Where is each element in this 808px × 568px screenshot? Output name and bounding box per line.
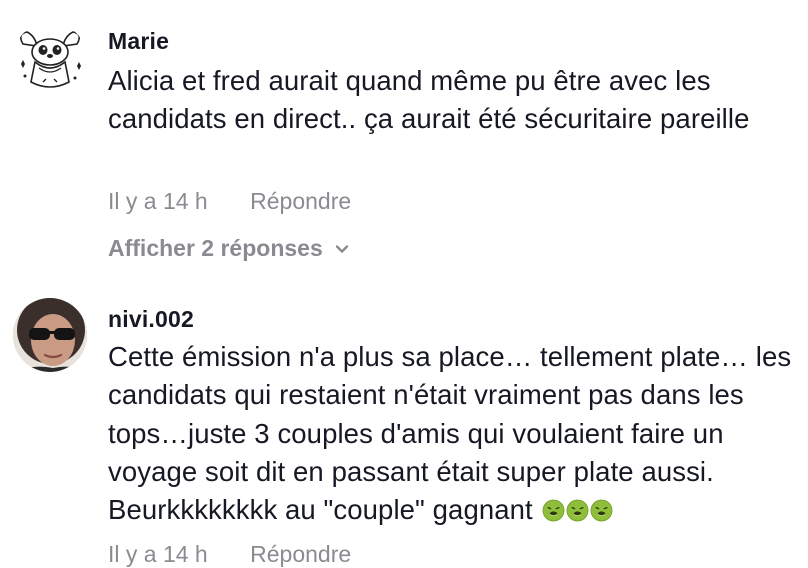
comment-username[interactable]: nivi.002	[108, 306, 194, 333]
comment-text: Alicia et fred aurait quand même pu être…	[108, 65, 750, 135]
avatar[interactable]	[13, 22, 87, 96]
comment-text: Cette émission n'a plus sa place… tellem…	[108, 338, 798, 529]
nauseated-face-emoji-icon	[566, 499, 588, 522]
comment-meta: Il y a 14 h Répondre	[108, 188, 351, 215]
emoji-group	[541, 494, 613, 525]
avatar[interactable]	[13, 298, 87, 372]
comment-timestamp: Il y a 14 h	[108, 188, 208, 214]
comment-text-content: Cette émission n'a plus sa place… tellem…	[108, 341, 792, 526]
comment-meta: Il y a 14 h Répondre	[108, 541, 351, 568]
chevron-down-icon	[335, 244, 348, 253]
photo-avatar-icon	[13, 298, 87, 372]
reply-button[interactable]: Répondre	[250, 541, 351, 568]
nauseated-face-emoji-icon	[542, 499, 564, 522]
view-replies-label: Afficher 2 réponses	[108, 235, 323, 261]
nauseated-face-emoji-icon	[590, 499, 612, 522]
comment-username[interactable]: Marie	[108, 28, 169, 55]
view-replies-button[interactable]: Afficher 2 réponses	[108, 235, 351, 262]
comment-timestamp: Il y a 14 h	[108, 541, 208, 567]
reply-button[interactable]: Répondre	[250, 188, 351, 215]
stitch-cartoon-icon	[14, 23, 86, 95]
